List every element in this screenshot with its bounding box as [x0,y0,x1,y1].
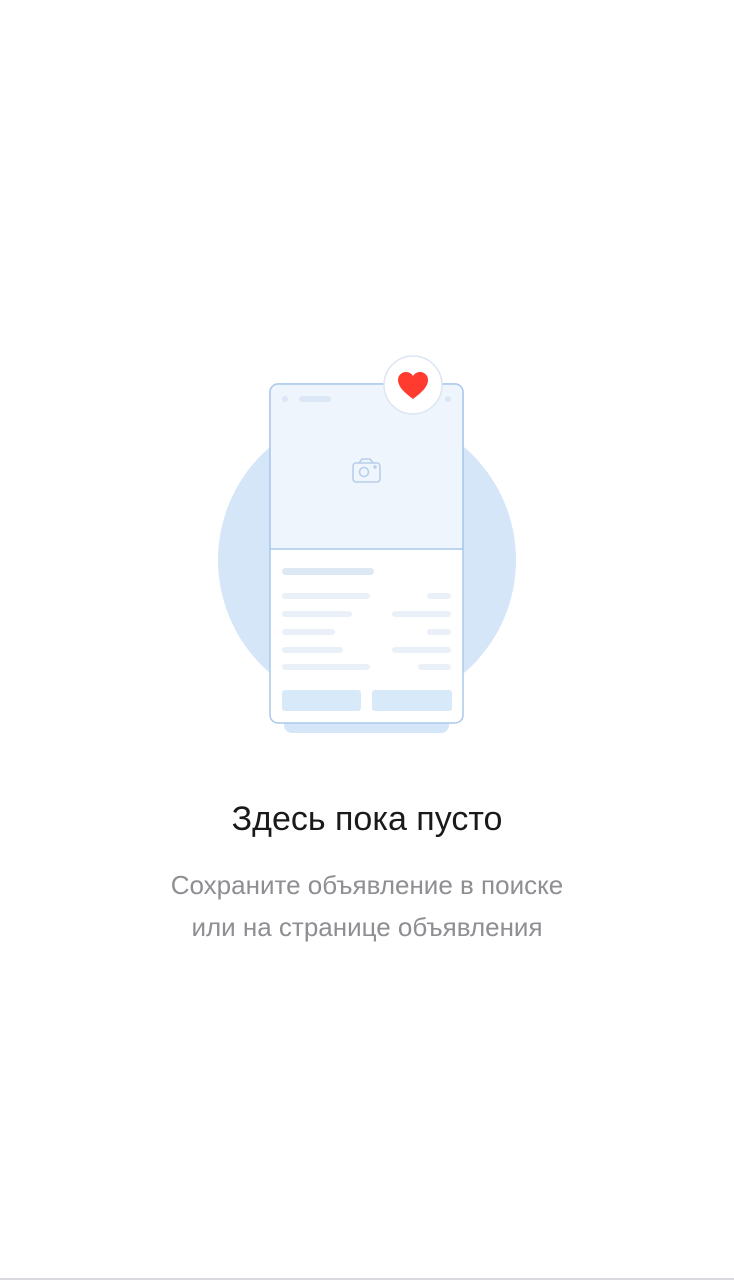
favorites-empty-screen: Здесь пока пусто Сохраните объявление в … [0,0,734,1280]
card-button-right [372,690,452,711]
ad-card-photo-area [269,383,464,550]
card-button-left [282,690,361,711]
empty-favorites-illustration [210,350,530,745]
empty-state-subtitle: Сохраните объявление в поиске или на стр… [0,864,734,948]
empty-state-subtitle-line-2: или на странице объявления [191,912,543,942]
empty-state-subtitle-line-1: Сохраните объявление в поиске [170,870,564,900]
empty-state-title: Здесь пока пусто [231,800,503,838]
